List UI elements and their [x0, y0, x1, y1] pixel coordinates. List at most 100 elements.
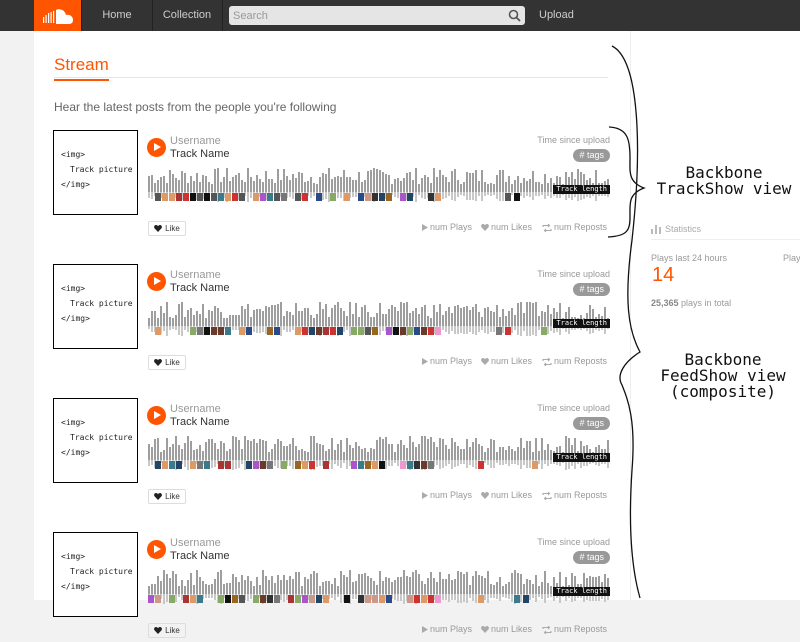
commenter-avatar[interactable]	[225, 595, 231, 603]
commenter-avatar[interactable]	[267, 193, 273, 201]
commenter-avatar[interactable]	[323, 327, 329, 335]
commenter-avatar[interactable]	[155, 193, 161, 201]
commenter-avatar[interactable]	[386, 193, 392, 201]
commenter-avatar[interactable]	[274, 595, 280, 603]
commenter-avatar[interactable]	[260, 595, 266, 603]
play-button[interactable]	[147, 272, 166, 291]
commenter-avatar[interactable]	[155, 595, 161, 603]
commenter-avatar[interactable]	[337, 327, 343, 335]
commenter-avatar[interactable]	[183, 193, 189, 201]
track-name[interactable]: Track Name	[170, 416, 230, 428]
track-username[interactable]: Username	[170, 269, 221, 281]
commenter-avatar[interactable]	[323, 595, 329, 603]
commenter-avatar[interactable]	[344, 595, 350, 603]
soundcloud-logo-icon[interactable]	[34, 0, 81, 31]
commenter-avatar[interactable]	[358, 595, 364, 603]
commenter-avatar[interactable]	[253, 461, 259, 469]
commenter-avatar[interactable]	[351, 461, 357, 469]
commenter-avatar[interactable]	[351, 327, 357, 335]
commenter-avatar[interactable]	[372, 461, 378, 469]
track-username[interactable]: Username	[170, 403, 221, 415]
commenter-avatar[interactable]	[309, 595, 315, 603]
tags-badge[interactable]: # tags	[573, 283, 610, 296]
commenter-avatar[interactable]	[435, 327, 441, 335]
commenter-avatar[interactable]	[302, 461, 308, 469]
tags-badge[interactable]: # tags	[573, 149, 610, 162]
like-button[interactable]: Like	[148, 623, 186, 638]
commenter-avatar[interactable]	[365, 193, 371, 201]
commenter-avatar[interactable]	[316, 595, 322, 603]
nav-upload-link[interactable]: Upload	[530, 0, 583, 31]
commenter-avatar[interactable]	[372, 595, 378, 603]
commenter-avatar[interactable]	[260, 461, 266, 469]
commenter-avatar[interactable]	[514, 595, 520, 603]
play-button[interactable]	[147, 138, 166, 157]
commenter-avatar[interactable]	[407, 461, 413, 469]
commenter-avatar[interactable]	[302, 327, 308, 335]
commenter-avatar[interactable]	[478, 595, 484, 603]
search-input[interactable]	[233, 8, 503, 23]
commenter-avatar[interactable]	[302, 595, 308, 603]
commenter-avatar[interactable]	[204, 327, 210, 335]
commenter-avatar[interactable]	[239, 193, 245, 201]
commenter-avatar[interactable]	[505, 193, 511, 201]
commenter-avatar[interactable]	[155, 461, 161, 469]
commenter-avatar[interactable]	[358, 461, 364, 469]
track-name[interactable]: Track Name	[170, 148, 230, 160]
commenter-avatar[interactable]	[169, 595, 175, 603]
commenter-avatar[interactable]	[421, 461, 427, 469]
commenter-avatar[interactable]	[295, 327, 301, 335]
commenter-avatar[interactable]	[400, 461, 406, 469]
commenter-avatar[interactable]	[400, 327, 406, 335]
track-name[interactable]: Track Name	[170, 550, 230, 562]
commenter-avatar[interactable]	[414, 461, 420, 469]
commenter-avatar[interactable]	[393, 327, 399, 335]
commenter-avatar[interactable]	[274, 193, 280, 201]
commenter-avatar[interactable]	[162, 193, 168, 201]
commenter-avatar[interactable]	[225, 327, 231, 335]
commenter-avatar[interactable]	[330, 193, 336, 201]
commenter-avatar[interactable]	[421, 327, 427, 335]
commenter-avatar[interactable]	[197, 193, 203, 201]
commenter-avatar[interactable]	[386, 595, 392, 603]
commenter-avatar[interactable]	[225, 193, 231, 201]
like-button[interactable]: Like	[148, 221, 186, 236]
commenter-avatar[interactable]	[169, 461, 175, 469]
commenter-avatar[interactable]	[541, 327, 547, 335]
commenter-avatar[interactable]	[260, 193, 266, 201]
track-artwork[interactable]: <img> Track picture </img>	[53, 264, 138, 349]
commenter-avatar[interactable]	[316, 193, 322, 201]
commenter-avatar[interactable]	[197, 595, 203, 603]
commenter-avatar[interactable]	[365, 327, 371, 335]
commenter-avatar[interactable]	[407, 595, 413, 603]
commenter-avatar[interactable]	[400, 193, 406, 201]
commenter-avatar[interactable]	[232, 193, 238, 201]
commenter-avatar[interactable]	[414, 327, 420, 335]
track-artwork[interactable]: <img> Track picture </img>	[53, 398, 138, 483]
commenter-avatar[interactable]	[204, 461, 210, 469]
commenter-avatar[interactable]	[211, 193, 217, 201]
commenter-avatar[interactable]	[176, 461, 182, 469]
commenter-avatar[interactable]	[316, 327, 322, 335]
commenter-avatar[interactable]	[435, 595, 441, 603]
commenter-avatar[interactable]	[225, 461, 231, 469]
commenter-avatar[interactable]	[232, 595, 238, 603]
commenter-avatar[interactable]	[386, 327, 392, 335]
commenter-avatar[interactable]	[435, 193, 441, 201]
commenter-avatar[interactable]	[267, 595, 273, 603]
play-button[interactable]	[147, 406, 166, 425]
commenter-avatar[interactable]	[267, 461, 273, 469]
commenter-avatar[interactable]	[218, 595, 224, 603]
like-button[interactable]: Like	[148, 355, 186, 370]
commenter-avatar[interactable]	[365, 461, 371, 469]
commenter-avatar[interactable]	[407, 327, 413, 335]
commenter-avatar[interactable]	[267, 327, 273, 335]
track-username[interactable]: Username	[170, 135, 221, 147]
tags-badge[interactable]: # tags	[573, 417, 610, 430]
track-artwork[interactable]: <img> Track picture </img>	[53, 532, 138, 617]
commenter-avatar[interactable]	[372, 327, 378, 335]
nav-collection-link[interactable]: Collection	[152, 0, 223, 31]
commenter-avatar[interactable]	[246, 461, 252, 469]
commenter-avatar[interactable]	[253, 595, 259, 603]
commenter-avatar[interactable]	[514, 193, 520, 201]
